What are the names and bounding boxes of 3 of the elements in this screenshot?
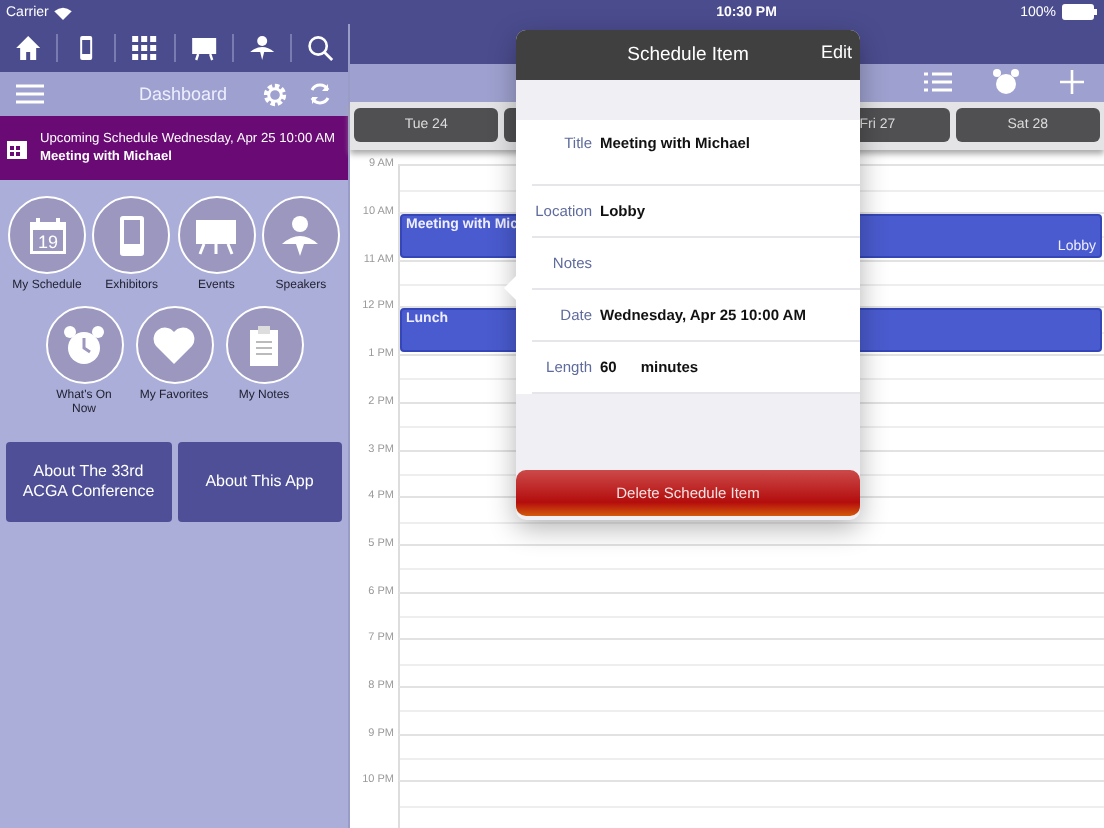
calendar-icon: 19 <box>27 215 67 255</box>
dashboard-title: Dashboard <box>136 84 230 104</box>
popover-title: Schedule Item <box>627 44 749 66</box>
